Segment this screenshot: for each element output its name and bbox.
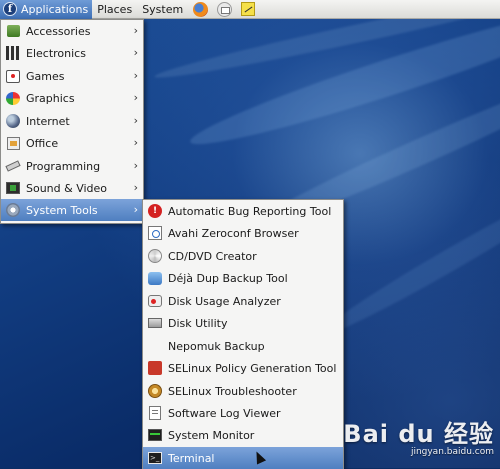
firefox-icon xyxy=(192,1,208,17)
menu-item-label: Office xyxy=(26,136,59,150)
menu-item-system-monitor[interactable]: System Monitor xyxy=(143,424,343,446)
menu-item-disk-utility[interactable]: Disk Utility xyxy=(143,312,343,334)
menu-item-label: Electronics xyxy=(26,46,86,60)
menu-item-avahi[interactable]: Avahi Zeroconf Browser xyxy=(143,222,343,244)
submenu-arrow-icon: › xyxy=(133,46,138,59)
notes-launcher[interactable] xyxy=(239,1,257,18)
menu-item-label: SELinux Troubleshooter xyxy=(168,384,297,398)
menu-item-internet[interactable]: Internet › xyxy=(1,110,143,132)
disk-utility-icon xyxy=(147,315,163,331)
places-label: Places xyxy=(97,2,133,16)
menu-item-office[interactable]: Office › xyxy=(1,132,143,154)
electronics-icon xyxy=(5,45,21,61)
menu-item-games[interactable]: Games › xyxy=(1,65,143,87)
submenu-arrow-icon: › xyxy=(133,159,138,172)
menu-item-label: Graphics xyxy=(26,91,75,105)
menu-item-label: Automatic Bug Reporting Tool xyxy=(168,204,332,218)
top-panel: f Applications Places System xyxy=(0,0,500,19)
menu-item-label: Nepomuk Backup xyxy=(168,339,265,353)
submenu-arrow-icon: › xyxy=(133,181,138,194)
menu-item-label: System Monitor xyxy=(168,428,255,442)
applications-label: Applications xyxy=(21,2,89,16)
menu-item-terminal[interactable]: >_ Terminal xyxy=(143,447,343,469)
menu-item-selinux-policy[interactable]: SELinux Policy Generation Tool xyxy=(143,357,343,379)
watermark-logo: Bai du 经验 xyxy=(343,420,494,448)
menu-item-accessories[interactable]: Accessories › xyxy=(1,20,143,42)
watermark: Bai du 经验 jingyan.baidu.com xyxy=(343,414,494,457)
menu-item-label: Programming xyxy=(26,159,101,173)
submenu-arrow-icon: › xyxy=(133,91,138,104)
menu-item-deja-dup[interactable]: Déjà Dup Backup Tool xyxy=(143,267,343,289)
menu-item-graphics[interactable]: Graphics › xyxy=(1,87,143,109)
menu-item-disk-usage[interactable]: Disk Usage Analyzer xyxy=(143,290,343,312)
log-viewer-icon xyxy=(147,405,163,421)
notes-icon xyxy=(241,2,256,16)
system-tools-icon xyxy=(5,202,21,218)
menu-item-label: Avahi Zeroconf Browser xyxy=(168,226,299,240)
menu-item-label: Disk Usage Analyzer xyxy=(168,294,281,308)
applications-menu: Accessories › Electronics › Games › Grap… xyxy=(0,19,144,224)
menu-item-label: Software Log Viewer xyxy=(168,406,281,420)
menu-item-bug-reporting[interactable]: ! Automatic Bug Reporting Tool xyxy=(143,200,343,222)
graphics-icon xyxy=(5,90,21,106)
menu-item-label: Games xyxy=(26,69,65,83)
system-tools-submenu: ! Automatic Bug Reporting Tool Avahi Zer… xyxy=(142,199,344,469)
accessories-icon xyxy=(5,23,21,39)
menu-item-label: CD/DVD Creator xyxy=(168,249,257,263)
fedora-logo-icon: f xyxy=(3,2,17,16)
menu-item-label: Terminal xyxy=(168,451,215,465)
cd-dvd-icon xyxy=(147,248,163,264)
sound-video-icon xyxy=(5,180,21,196)
menu-item-system-tools[interactable]: System Tools › xyxy=(1,199,143,221)
menu-item-label: Disk Utility xyxy=(168,316,228,330)
menu-item-electronics[interactable]: Electronics › xyxy=(1,42,143,64)
avahi-icon xyxy=(147,225,163,241)
deja-dup-icon xyxy=(147,270,163,286)
programming-icon xyxy=(5,158,21,174)
menu-item-programming[interactable]: Programming › xyxy=(1,155,143,177)
blank-icon xyxy=(147,338,163,354)
office-icon xyxy=(5,135,21,151)
system-label: System xyxy=(142,2,184,16)
menu-item-log-viewer[interactable]: Software Log Viewer xyxy=(143,402,343,424)
applications-menu-button[interactable]: f Applications xyxy=(0,0,93,19)
games-icon xyxy=(5,68,21,84)
internet-icon xyxy=(5,113,21,129)
submenu-arrow-icon: › xyxy=(133,136,138,149)
places-menu-button[interactable]: Places xyxy=(92,0,137,19)
submenu-arrow-icon: › xyxy=(133,114,138,127)
menu-item-label: SELinux Policy Generation Tool xyxy=(168,361,337,375)
system-menu-button[interactable]: System xyxy=(137,0,188,19)
menu-item-sound-video[interactable]: Sound & Video › xyxy=(1,177,143,199)
submenu-arrow-icon: › xyxy=(133,24,138,37)
menu-item-cd-dvd-creator[interactable]: CD/DVD Creator xyxy=(143,245,343,267)
system-monitor-icon xyxy=(147,427,163,443)
selinux-policy-icon xyxy=(147,360,163,376)
mail-launcher[interactable] xyxy=(215,1,233,18)
menu-item-nepomuk-backup[interactable]: Nepomuk Backup xyxy=(143,335,343,357)
menu-item-label: Internet xyxy=(26,114,70,128)
menu-item-label: Accessories xyxy=(26,24,91,38)
disk-usage-icon xyxy=(147,293,163,309)
selinux-troubleshooter-icon xyxy=(147,383,163,399)
menu-item-label: Sound & Video xyxy=(26,181,108,195)
submenu-arrow-icon: › xyxy=(133,69,138,82)
bug-report-icon: ! xyxy=(147,203,163,219)
mail-icon xyxy=(216,1,232,17)
submenu-arrow-icon: › xyxy=(133,203,138,216)
menu-item-label: Déjà Dup Backup Tool xyxy=(168,271,288,285)
menu-item-label: System Tools xyxy=(26,203,98,217)
terminal-icon: >_ xyxy=(147,450,163,466)
firefox-launcher[interactable] xyxy=(191,1,209,18)
menu-item-selinux-troubleshooter[interactable]: SELinux Troubleshooter xyxy=(143,380,343,402)
